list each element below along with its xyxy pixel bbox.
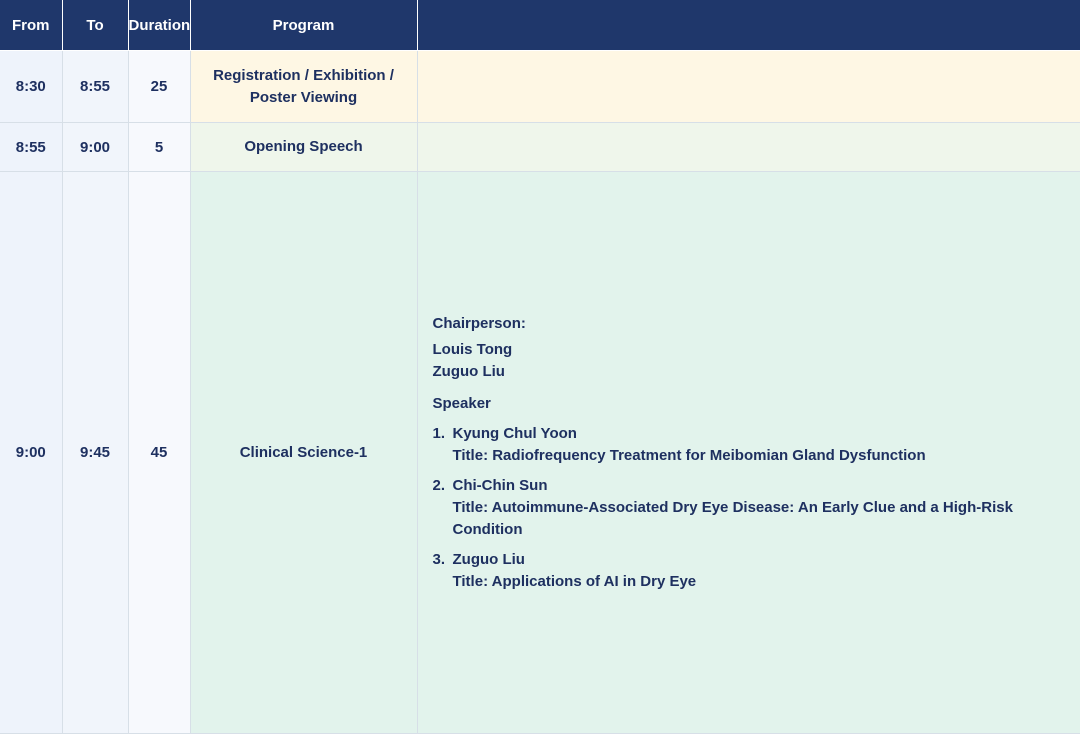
- program-cell: Opening Speech: [189, 122, 418, 173]
- speaker-list: 1. Kyung Chul Yoon Title: Radiofrequency…: [433, 423, 1051, 593]
- speaker-body: Kyung Chul Yoon Title: Radiofrequency Tr…: [453, 423, 1051, 467]
- chairperson-label: Chairperson:: [432, 314, 526, 332]
- header-program: Program: [189, 0, 418, 51]
- header-row: From To Duration Program: [0, 0, 1080, 51]
- table-row: 9:00 9:45 45 Clinical Science-1 Chairper…: [0, 171, 1080, 734]
- speaker-label: Speaker: [432, 394, 491, 412]
- program-line: Registration / Exhibition /: [213, 66, 394, 84]
- duration-cell: 25: [127, 49, 191, 124]
- speaker-item: 2. Chi-Chin Sun Title: Autoimmune-Associ…: [433, 475, 1051, 541]
- header-details: [416, 0, 1080, 51]
- duration-cell: 5: [127, 122, 191, 173]
- program-cell: Clinical Science-1: [189, 171, 418, 734]
- speaker-name: Chi-Chin Sun: [452, 476, 548, 494]
- talk-title: Title: Radiofrequency Treatment for Meib…: [452, 446, 926, 464]
- table-row: 8:30 8:55 25 Registration / Exhibition /…: [0, 49, 1080, 124]
- speaker-number: 1.: [432, 424, 446, 442]
- talk-title: Title: Autoimmune-Associated Dry Eye Dis…: [452, 498, 1013, 538]
- speaker-body: Chi-Chin Sun Title: Autoimmune-Associate…: [453, 475, 1051, 541]
- program-name: Clinical Science-1: [239, 443, 368, 461]
- to-cell: 9:45: [61, 171, 129, 734]
- speaker-body: Zuguo Liu Title: Applications of AI in D…: [453, 549, 1051, 593]
- from-cell: 8:55: [0, 122, 63, 173]
- talk-title: Title: Applications of AI in Dry Eye: [452, 572, 697, 590]
- speaker-number: 3.: [432, 550, 446, 568]
- program-line: Poster Viewing: [249, 88, 358, 106]
- chairperson-list: Louis Tong Zuguo Liu: [433, 339, 1051, 383]
- details-cell: Chairperson: Louis Tong Zuguo Liu Speake…: [416, 171, 1080, 734]
- chairperson-name: Louis Tong: [432, 340, 513, 358]
- speaker-item: 1. Kyung Chul Yoon Title: Radiofrequency…: [433, 423, 1051, 467]
- program-name: Registration / Exhibition / Poster Viewi…: [201, 65, 406, 109]
- speaker-item: 3. Zuguo Liu Title: Applications of AI i…: [433, 549, 1051, 593]
- program-name: Opening Speech: [244, 138, 363, 156]
- schedule-table: From To Duration Program 8:30 8:55 25 Re…: [0, 0, 1080, 734]
- header-duration: Duration: [127, 0, 191, 51]
- speaker-name: Kyung Chul Yoon: [452, 424, 577, 442]
- speaker-name: Zuguo Liu: [452, 550, 525, 568]
- table-row: 8:55 9:00 5 Opening Speech: [0, 122, 1080, 173]
- speaker-number: 2.: [432, 476, 446, 494]
- program-cell: Registration / Exhibition / Poster Viewi…: [189, 49, 418, 124]
- from-cell: 9:00: [0, 171, 63, 734]
- header-to: To: [61, 0, 129, 51]
- details-cell: [416, 49, 1080, 124]
- duration-cell: 45: [127, 171, 191, 734]
- to-cell: 8:55: [61, 49, 129, 124]
- details-cell: [416, 122, 1080, 173]
- to-cell: 9:00: [61, 122, 129, 173]
- from-cell: 8:30: [0, 49, 63, 124]
- header-from: From: [0, 0, 63, 51]
- chairperson-name: Zuguo Liu: [432, 362, 505, 380]
